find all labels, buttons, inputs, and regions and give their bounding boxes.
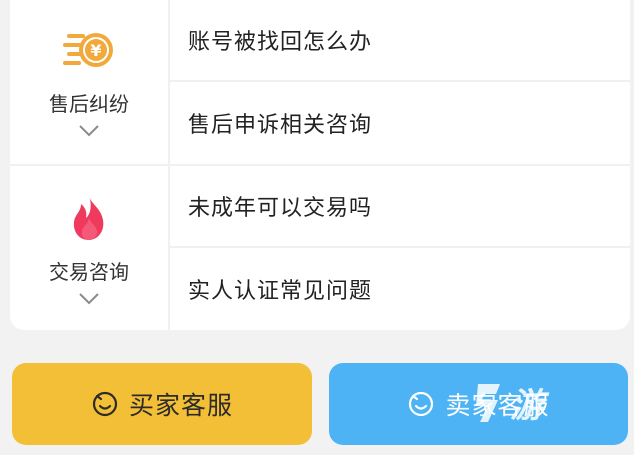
watermark-9-icon [476, 384, 500, 422]
smile-face-icon [92, 391, 118, 417]
question-item[interactable]: 实人认证常见问题 [170, 248, 630, 330]
category-label: 交易咨询 [49, 260, 129, 284]
category-label: 售后纠纷 [49, 92, 129, 116]
faq-group-after-sales: ¥ 售后纠纷 账号被找回怎么办 售后申诉相关咨询 [10, 0, 630, 166]
category-after-sales[interactable]: ¥ 售后纠纷 [10, 0, 170, 164]
category-trade[interactable]: 交易咨询 [10, 166, 170, 330]
question-item[interactable]: 售后申诉相关咨询 [170, 82, 630, 164]
watermark-logo: 游 [470, 372, 620, 432]
question-item[interactable]: 账号被找回怎么办 [170, 0, 630, 82]
faq-card: ¥ 售后纠纷 账号被找回怎么办 售后申诉相关咨询 交易咨询 未成年可以交易吗 实… [10, 0, 630, 330]
svg-text:¥: ¥ [90, 41, 101, 60]
question-item[interactable]: 未成年可以交易吗 [170, 166, 630, 248]
buyer-service-label: 买家客服 [128, 391, 233, 420]
smile-face-icon [409, 391, 434, 417]
buyer-service-button[interactable]: 买家客服 [12, 363, 312, 445]
chevron-down-icon[interactable] [78, 124, 100, 138]
faq-group-trade: 交易咨询 未成年可以交易吗 实人认证常见问题 [10, 166, 630, 330]
watermark-text: 游 [510, 385, 544, 426]
flame-icon [73, 196, 104, 240]
chevron-down-icon[interactable] [78, 292, 100, 306]
coin-yen-icon: ¥ [63, 33, 113, 67]
